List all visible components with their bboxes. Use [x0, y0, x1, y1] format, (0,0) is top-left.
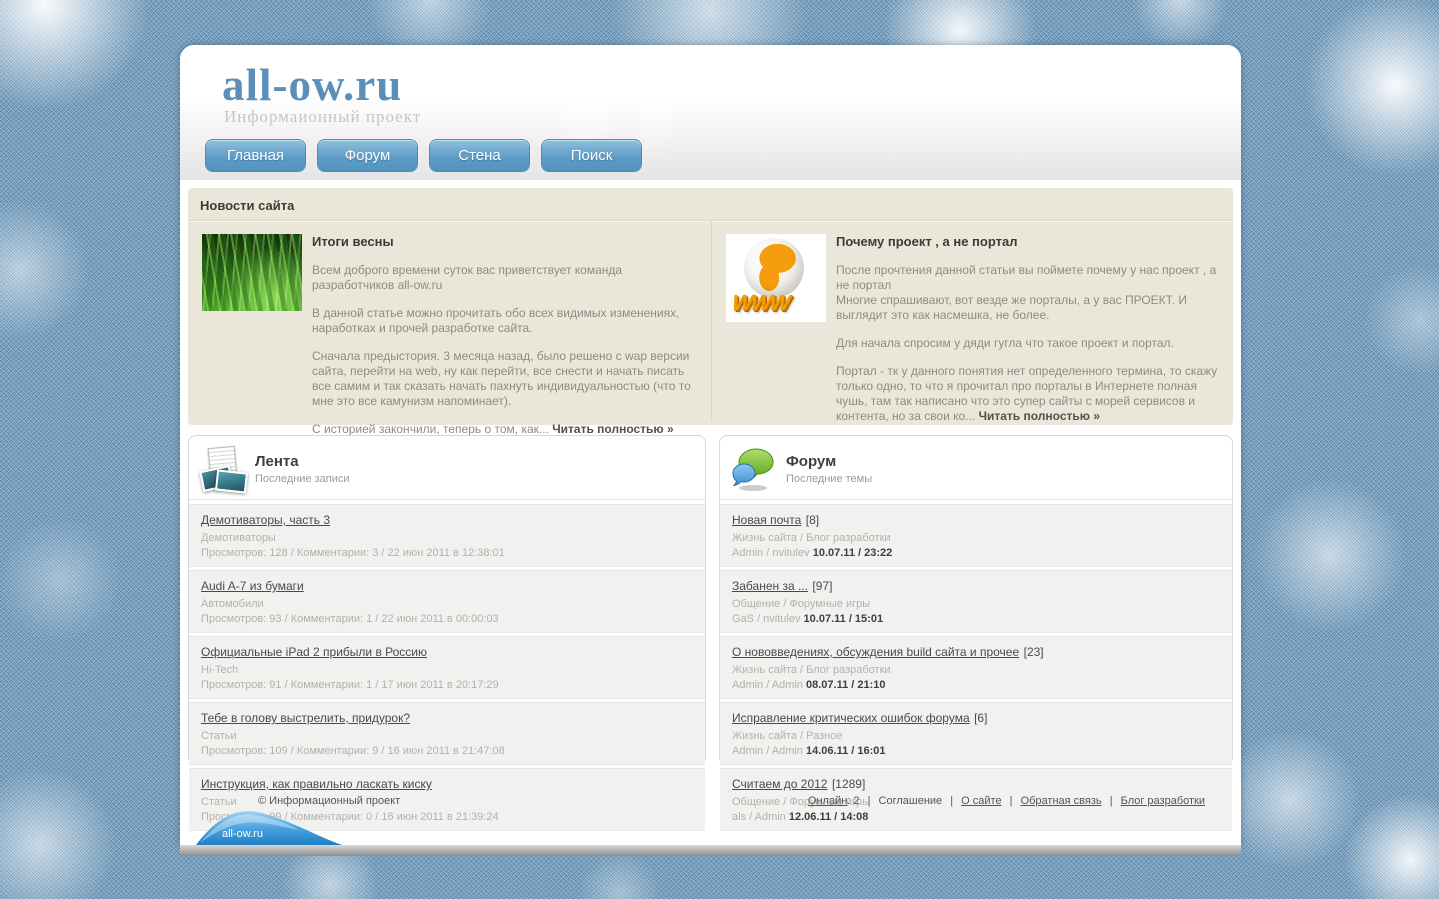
article-paragraph: Для начала спросим у дяди гугла что тако… — [836, 336, 1174, 350]
feed-item-link[interactable]: Тебе в голову выстрелить, придурок? — [201, 711, 410, 725]
footer-links: Онлайн: 2 | Соглашение | О сайте | Обрат… — [808, 795, 1205, 807]
forum-topic-count: [23] — [1023, 645, 1044, 659]
dev-blog-link[interactable]: Блог разработки — [1121, 795, 1205, 807]
globe-icon — [744, 238, 804, 298]
feed-item-category: Hi-Tech — [201, 664, 239, 676]
forum-topic-category: Общение / Форумные игры — [732, 598, 871, 610]
news-section-title: Новости сайта — [188, 188, 1233, 221]
feed-item-link[interactable]: Официальные iPad 2 прибыли в Россию — [201, 645, 427, 659]
article-title[interactable]: Итоги весны — [312, 234, 697, 249]
feed-item-link[interactable]: Демотиваторы, часть 3 — [201, 513, 330, 527]
forum-topic-link[interactable]: Новая почта — [732, 513, 801, 527]
feed-item: Audi A-7 из бумаги Автомобили Просмотров… — [189, 570, 705, 633]
feed-item-stats: Просмотров: 93 / Комментарии: 1 / 22 июн… — [201, 613, 499, 625]
feed-item-category: Статьи — [201, 730, 237, 742]
feed-panel-subtitle: Последние записи — [255, 473, 350, 485]
article-paragraph: После прочтения данной статьи вы поймете… — [836, 263, 1217, 292]
article-paragraph: Многие спрашивают, вот везде же порталы,… — [836, 293, 1187, 322]
www-letters: WWW — [730, 290, 790, 315]
main-nav: Главная Форум Стена Поиск — [205, 139, 653, 172]
site-header: all-ow.ru Информаионный проект Главная Ф… — [180, 45, 1241, 180]
news-article-spring: Итоги весны Всем доброго времени суток в… — [188, 221, 711, 436]
forum-topic-date: 14.06.11 / 16:01 — [805, 745, 886, 757]
about-link[interactable]: О сайте — [961, 795, 1001, 807]
forum-topic-authors: GaS / nvitulev — [732, 613, 801, 625]
nav-search-button[interactable]: Поиск — [541, 139, 642, 172]
site-footer: all-ow.ru © Информационный проект Онлайн… — [180, 765, 1241, 845]
forum-topic-category: Жизнь сайта / Блог разработки — [732, 532, 891, 544]
online-count: : 2 — [847, 795, 860, 807]
forum-topic-date: 08.07.11 / 21:10 — [805, 679, 886, 691]
grass-photo[interactable] — [202, 234, 302, 311]
forum-topic-authors: Admin / Admin — [732, 745, 803, 757]
feed-item: Тебе в голову выстрелить, придурок? Стат… — [189, 702, 705, 765]
forum-item: Забанен за ... [97] Общение / Форумные и… — [720, 570, 1232, 633]
site-container: all-ow.ru Информаионный проект Главная Ф… — [180, 45, 1241, 845]
forum-topic-link[interactable]: Забанен за ... — [732, 579, 808, 593]
forum-topic-link[interactable]: О нововведениях, обсуждения build сайта … — [732, 645, 1019, 659]
forum-topic-category: Жизнь сайта / Разное — [732, 730, 843, 742]
forum-topic-count: [6] — [974, 711, 988, 725]
forum-topic-authors: Admin / nvitulev — [732, 547, 810, 559]
globe-www-photo[interactable]: WWW — [726, 234, 826, 322]
forum-topic-category: Жизнь сайта / Блог разработки — [732, 664, 891, 676]
copyright-text: © Информационный проект — [258, 795, 401, 807]
forum-panel: Форум Последние темы Новая почта [8] Жиз… — [719, 435, 1233, 831]
forum-panel-header: Форум Последние темы — [720, 436, 1232, 499]
feed-panel-title: Лента — [255, 453, 299, 470]
article-paragraph: В данной статье можно прочитать обо всех… — [312, 306, 680, 335]
feed-item-link[interactable]: Audi A-7 из бумаги — [201, 579, 304, 593]
article-paragraph: Портал - тк у данного понятия нет опреде… — [836, 364, 1218, 424]
feed-item: Официальные iPad 2 прибыли в Россию Hi-T… — [189, 636, 705, 699]
forum-item: Исправление критических ошибок форума [6… — [720, 702, 1232, 765]
news-section: Новости сайта Итоги весны Всем доброго в… — [188, 188, 1233, 436]
article-title[interactable]: Почему проект , а не портал — [836, 234, 1218, 249]
feedback-link[interactable]: Обратная связь — [1021, 795, 1102, 807]
blue-wave-logo: all-ow.ru — [194, 805, 344, 845]
site-logo[interactable]: all-ow.ru — [222, 59, 402, 111]
forum-panel-title: Форум — [786, 453, 837, 470]
forum-item: О нововведениях, обсуждения build сайта … — [720, 636, 1232, 699]
read-more-link[interactable]: Читать полностью » — [979, 409, 1100, 423]
forum-topic-date: 10.07.11 / 15:01 — [803, 613, 884, 625]
separator: | — [950, 795, 954, 807]
forum-topic-link[interactable]: Исправление критических ошибок форума — [732, 711, 970, 725]
page-bottom-edge — [180, 845, 1241, 856]
news-article-project: WWW Почему проект , а не портал После пр… — [711, 221, 1232, 424]
forum-topic-count: [97] — [812, 579, 833, 593]
forum-topic-date: 10.07.11 / 23:22 — [812, 547, 893, 559]
feed-item-stats: Просмотров: 128 / Комментарии: 3 / 22 ию… — [201, 547, 505, 559]
site-tagline: Информаионный проект — [224, 107, 422, 126]
nav-wall-button[interactable]: Стена — [429, 139, 530, 172]
forum-topic-authors: Admin / Admin — [732, 679, 803, 691]
news-columns: Итоги весны Всем доброго времени суток в… — [188, 221, 1233, 436]
speech-bubbles-icon — [730, 446, 776, 492]
feed-item: Демотиваторы, часть 3 Демотиваторы Просм… — [189, 504, 705, 567]
feed-panel-header: Лента Последние записи — [189, 436, 705, 499]
feed-item-category: Демотиваторы — [201, 532, 276, 544]
forum-topic-count: [8] — [805, 513, 820, 527]
photo-stack-icon — [199, 445, 249, 494]
forum-item: Новая почта [8] Жизнь сайта / Блог разра… — [720, 504, 1232, 567]
separator: | — [867, 795, 871, 807]
feed-item-stats: Просмотров: 109 / Комментарии: 9 / 16 ию… — [201, 745, 505, 757]
feed-item-category: Автомобили — [201, 598, 264, 610]
forum-panel-subtitle: Последние темы — [786, 473, 873, 485]
wave-logo-text: all-ow.ru — [222, 828, 263, 840]
feed-panel: Лента Последние записи Демотиваторы, час… — [188, 435, 706, 831]
article-paragraph-text: С историей закончили, теперь о том, как.… — [312, 422, 549, 436]
online-link[interactable]: Онлайн — [808, 795, 847, 807]
agreement-link[interactable]: Соглашение — [879, 795, 943, 807]
separator: | — [1109, 795, 1113, 807]
article-paragraph: Всем доброго времени суток вас приветств… — [312, 263, 623, 292]
article-paragraph: Сначала предыстория. 3 месяца назад, был… — [312, 349, 691, 408]
separator: | — [1009, 795, 1013, 807]
nav-home-button[interactable]: Главная — [205, 139, 306, 172]
read-more-link[interactable]: Читать полностью » — [552, 422, 673, 436]
nav-forum-button[interactable]: Форум — [317, 139, 418, 172]
feed-item-stats: Просмотров: 91 / Комментарии: 1 / 17 июн… — [201, 679, 499, 691]
